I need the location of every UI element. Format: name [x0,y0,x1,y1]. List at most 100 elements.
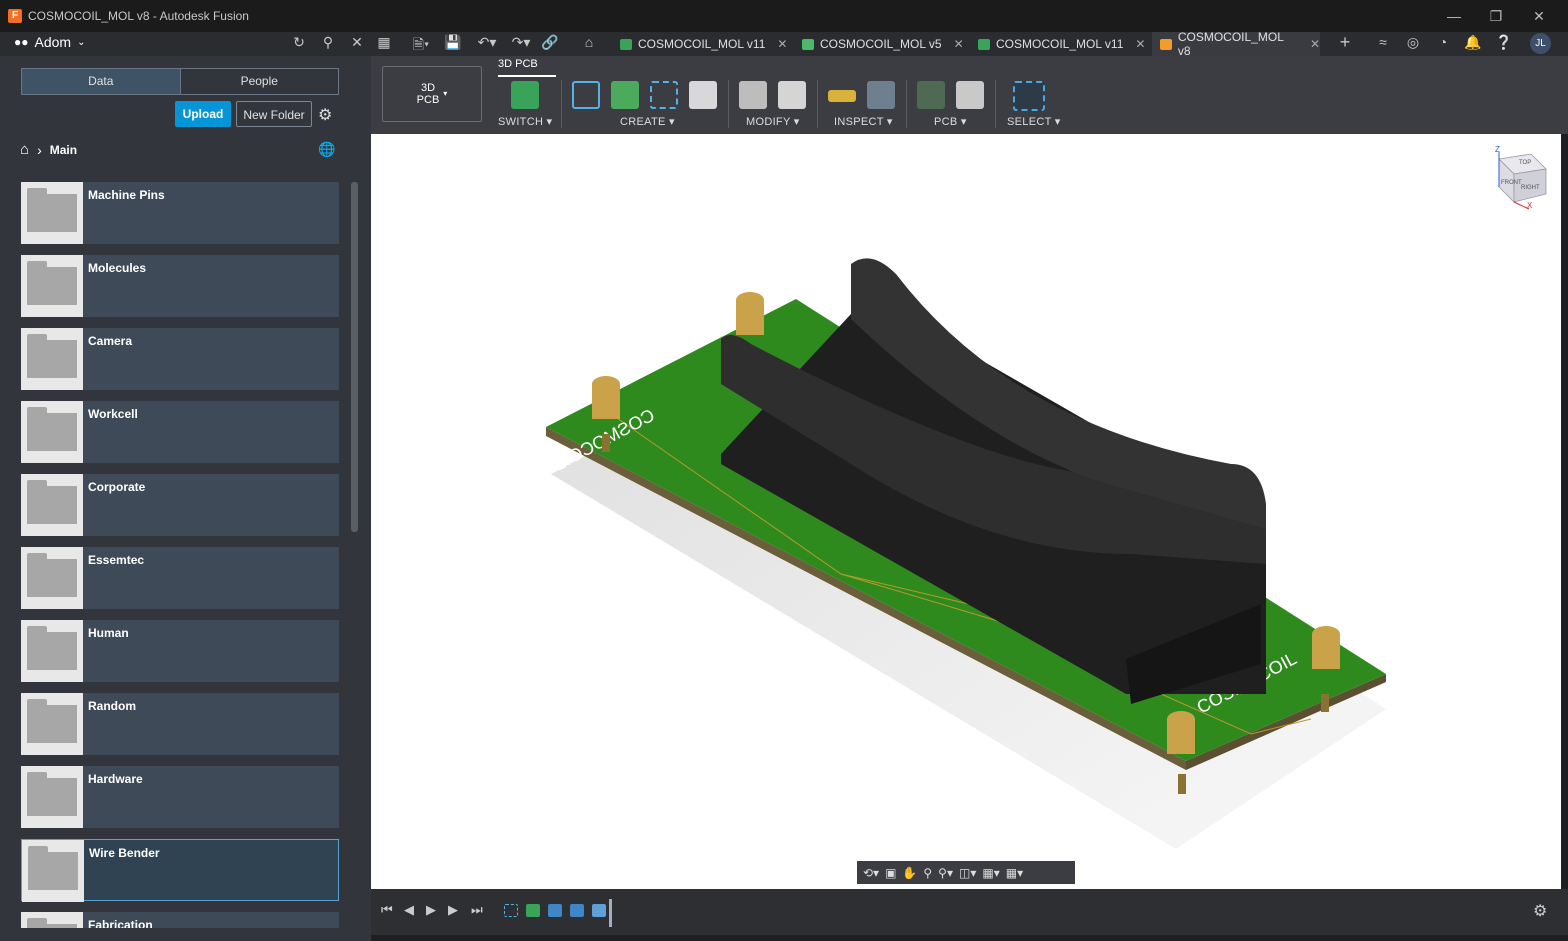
help-icon[interactable]: ❔ [1494,34,1514,51]
view-cube[interactable]: TOP FRONT RIGHT Z X [1495,145,1547,210]
select-window-icon[interactable] [1013,81,1045,111]
go-to-start-icon[interactable]: ⏮ [381,902,393,918]
close-tab-icon[interactable]: ✕ [777,37,787,51]
upload-button[interactable]: Upload [175,101,231,127]
chevron-down-icon: ⌄ [77,36,86,48]
zoom-icon[interactable]: ⚲ [923,866,932,880]
gear-icon[interactable]: ⚙ [318,105,332,125]
home-icon[interactable]: ⌂ [20,141,29,158]
timeline-feature-icon[interactable] [548,904,562,917]
doc-tab-2[interactable]: COSMOCOIL_MOL v5 ✕ [802,32,970,56]
timeline-feature-icon[interactable] [592,904,606,917]
list-item[interactable]: Corporate [21,474,339,536]
list-item[interactable]: Molecules [21,255,339,317]
select-group-label[interactable]: SELECT ▾ [1007,115,1061,128]
3d-body-icon[interactable] [689,81,717,109]
modify-group-label[interactable]: MODIFY ▾ [746,115,800,128]
timeline-settings-icon[interactable]: ⚙ [1533,901,1547,921]
list-item[interactable]: Random [21,693,339,755]
viewports-icon[interactable]: ▦▾ [1006,866,1023,880]
home-icon[interactable]: ⌂ [579,34,599,50]
tab-3d-pcb[interactable]: 3D PCB [498,58,538,70]
create-group-label[interactable]: CREATE ▾ [620,115,675,128]
timeline-sketch-icon[interactable] [504,904,518,917]
notifications-bell-icon[interactable]: 🔔 [1463,34,1483,51]
search-icon[interactable]: ⚲ [318,34,338,51]
refresh-icon[interactable]: ↻ [289,34,309,51]
user-avatar[interactable]: JL [1530,33,1551,54]
3d-viewport[interactable]: COSMOCOIL COSMOCOIL TOP FRONT RIGHT [371,134,1561,889]
list-item[interactable]: Camera [21,328,339,390]
inspect-group-label[interactable]: INSPECT ▾ [834,115,893,128]
close-tab-icon[interactable]: ✕ [1135,37,1145,51]
orbit-icon[interactable]: ⟲▾ [863,866,879,880]
folder-name: Molecules [88,261,147,275]
folder-list: Machine Pins Molecules Camera Workcell C… [21,182,341,928]
section-analysis-icon[interactable] [867,81,895,109]
data-people-toggle: Data People [21,68,339,95]
close-panel-icon[interactable]: ✕ [347,34,367,51]
link-icon[interactable]: 🔗 [540,34,560,51]
sketch-icon[interactable] [572,81,600,109]
undo-icon[interactable]: ↶▾ [473,34,501,51]
grid-settings-icon[interactable]: ▦▾ [982,866,999,880]
move-icon[interactable] [778,81,806,109]
breadcrumb-main[interactable]: Main [50,143,77,157]
grid-menu-icon[interactable]: ▦ [374,34,394,51]
step-forward-icon[interactable]: ▶ [448,902,458,918]
list-item[interactable]: Machine Pins [21,182,339,244]
go-to-end-icon[interactable]: ⏭ [471,902,483,918]
new-tab-icon[interactable]: + [1335,32,1355,53]
timeline-feature-icon[interactable] [570,904,584,917]
doc-tab-3[interactable]: COSMOCOIL_MOL v11 ✕ [978,32,1148,56]
close-window-icon[interactable]: ✕ [1519,0,1559,32]
timeline-marker[interactable] [609,899,612,927]
switch-group-label[interactable]: SWITCH ▾ [498,115,552,128]
close-tab-icon[interactable]: ✕ [1310,37,1320,51]
step-back-icon[interactable]: ◀ [404,902,414,918]
pcb-settings-icon[interactable] [956,81,984,109]
list-item[interactable]: Workcell [21,401,339,463]
globe-settings-icon[interactable]: 🌐 [318,141,335,158]
switch-board-icon[interactable] [511,81,539,109]
doc-tab-4-active[interactable]: COSMOCOIL_MOL v8 ✕ [1152,30,1320,58]
list-scrollbar[interactable] [351,182,358,532]
team-switcher[interactable]: ●● Adom ⌄ [14,34,85,50]
thumbnail [21,182,83,244]
board-outline-icon[interactable] [650,81,678,109]
press-pull-icon[interactable] [739,81,767,109]
play-icon[interactable]: ▶ [426,902,436,918]
display-settings-icon[interactable]: ◫▾ [959,866,976,880]
pcb-group-label[interactable]: PCB ▾ [934,115,967,128]
online-status-icon[interactable]: ◎ [1403,34,1423,51]
job-status-icon[interactable]: ◔ [1433,34,1453,50]
minimize-icon[interactable]: — [1434,0,1474,32]
measure-icon[interactable] [828,90,856,102]
file-menu-icon[interactable]: 🗎▾ [407,34,435,58]
tab-people[interactable]: People [179,69,339,94]
restore-icon[interactable]: ❐ [1476,0,1516,32]
tab-data[interactable]: Data [22,69,180,94]
look-at-icon[interactable]: ▣ [885,866,896,880]
list-item[interactable]: Hardware [21,766,339,828]
group-divider [817,80,818,128]
close-tab-icon[interactable]: ✕ [954,37,964,51]
list-item[interactable]: Fabrication [21,912,339,928]
schematic-tab-icon [802,38,814,50]
redo-icon[interactable]: ↷▾ [507,34,535,51]
timeline-component-icon[interactable] [526,904,540,917]
doc-tab-1[interactable]: COSMOCOIL_MOL v11 ✕ [620,32,790,56]
fusion-logo-icon: F [8,9,22,23]
save-icon[interactable]: 💾 [443,34,463,51]
extensions-icon[interactable]: ≈ [1373,34,1393,50]
pan-hand-icon[interactable]: ✋ [902,866,917,880]
list-item[interactable]: Essemtec [21,547,339,609]
create-component-icon[interactable] [611,81,639,109]
fit-icon[interactable]: ⚲▾ [938,866,953,880]
ribbon-toolbar: 3D PCB ▾ 3D PCB SWITCH ▾ CREATE ▾ MODIFY … [371,56,1568,134]
pcb-link-icon[interactable] [917,81,945,109]
new-folder-button[interactable]: New Folder [236,101,312,127]
list-item[interactable]: Human [21,620,339,682]
list-item-selected[interactable]: Wire Bender [21,839,339,902]
workspace-switcher[interactable]: 3D PCB ▾ [382,66,482,122]
